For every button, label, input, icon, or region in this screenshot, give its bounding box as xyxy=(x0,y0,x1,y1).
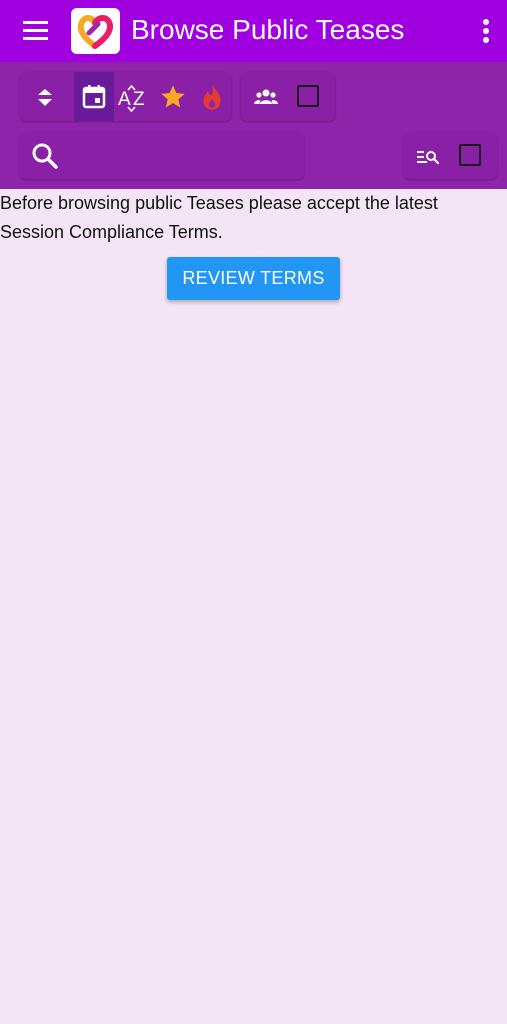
search-box xyxy=(20,132,304,179)
people-filter-group xyxy=(241,72,335,121)
search-options-checkbox[interactable] xyxy=(459,144,481,166)
calendar-icon[interactable] xyxy=(74,72,114,121)
hamburger-menu-icon[interactable] xyxy=(14,16,56,46)
terms-notice: Before browsing public Teases please acc… xyxy=(0,193,438,242)
heart-logo-icon xyxy=(71,8,120,54)
flame-icon[interactable] xyxy=(192,72,232,121)
filter-toolbar: A Z xyxy=(0,62,507,189)
star-icon[interactable] xyxy=(153,72,193,121)
search-options-group xyxy=(404,132,497,179)
svg-text:A: A xyxy=(118,89,131,110)
search-icon xyxy=(30,141,60,171)
sort-direction-icon[interactable] xyxy=(25,72,65,121)
page-title: Browse Public Teases xyxy=(131,14,405,45)
more-vertical-icon[interactable] xyxy=(471,14,501,48)
search-list-icon[interactable] xyxy=(408,132,448,179)
sort-alpha-icon[interactable]: A Z xyxy=(113,72,153,121)
people-filter-checkbox[interactable] xyxy=(297,85,319,107)
review-terms-button[interactable]: REVIEW TERMS xyxy=(167,257,340,300)
sort-button-group: A Z xyxy=(20,72,231,121)
app-bar: Browse Public Teases xyxy=(0,0,507,62)
people-icon[interactable] xyxy=(246,72,286,121)
search-input[interactable] xyxy=(76,140,300,172)
